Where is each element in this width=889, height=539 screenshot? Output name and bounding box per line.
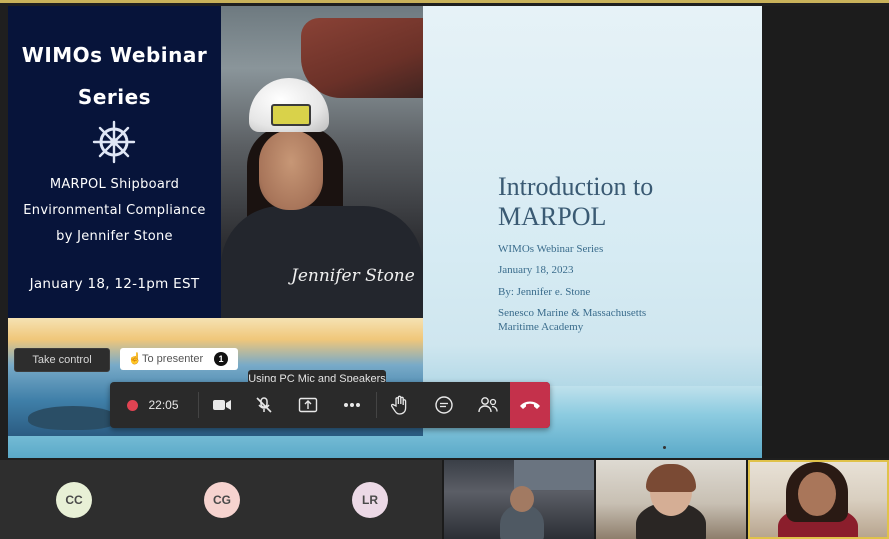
hang-up-button[interactable] xyxy=(510,382,550,428)
participant-video-active-speaker[interactable] xyxy=(748,460,889,539)
slide-affiliation: Senesco Marine & Massachusetts Maritime … xyxy=(498,306,758,334)
raise-hand-icon xyxy=(391,395,407,415)
participant-tile[interactable]: LR xyxy=(296,460,442,539)
video-background-window xyxy=(514,460,594,490)
participant-tile[interactable]: CC xyxy=(0,460,148,539)
presentation-stage: Introduction to MARPOL WIMOs Webinar Ser… xyxy=(8,6,762,458)
share-screen-button[interactable] xyxy=(288,382,328,428)
poster-subtitle-line3: by Jennifer Stone xyxy=(56,229,173,244)
raise-hand-button[interactable] xyxy=(380,382,420,428)
chat-button[interactable] xyxy=(424,382,464,428)
poster-subtitle-line2: Environmental Compliance xyxy=(23,203,206,218)
presenter-face xyxy=(259,130,323,210)
whale-graphic xyxy=(28,406,118,430)
share-screen-icon xyxy=(298,397,318,413)
presenter-count-badge: 1 xyxy=(214,352,228,366)
participant-head xyxy=(798,472,836,516)
participant-hair xyxy=(646,464,696,492)
webinar-poster: WIMOs Webinar Series MARPOL Shipboard En… xyxy=(8,6,221,318)
right-panel xyxy=(762,6,889,458)
poster-date: January 18, 12-1pm EST xyxy=(29,276,200,292)
participant-video[interactable] xyxy=(444,460,594,539)
slide-date: January 18, 2023 xyxy=(498,264,574,276)
slide-affiliation-line1: Senesco Marine & Massachusetts xyxy=(498,307,647,319)
slide-affiliation-line2: Maritime Academy xyxy=(498,321,584,333)
slide-author: By: Jennifer e. Stone xyxy=(498,286,591,298)
to-presenter-button[interactable]: ☝ To presenter 1 xyxy=(120,348,238,370)
slide-title-line1: Introduction to xyxy=(498,172,654,201)
hang-up-icon xyxy=(520,401,540,409)
slide-title: Introduction to MARPOL xyxy=(498,172,748,232)
take-control-button[interactable]: Take control xyxy=(14,348,110,372)
more-icon xyxy=(344,403,360,407)
participant-video[interactable] xyxy=(596,460,746,539)
toolbar-divider xyxy=(198,392,199,418)
slide-dot xyxy=(663,446,666,449)
signature: Jennifer Stone xyxy=(291,266,415,286)
avatar: CC xyxy=(56,482,92,518)
meeting-toolbar: 22:05 xyxy=(110,382,550,428)
meeting-window: Introduction to MARPOL WIMOs Webinar Ser… xyxy=(0,0,889,539)
people-button[interactable] xyxy=(468,382,508,428)
toolbar-divider xyxy=(376,392,377,418)
participant-gallery: CC CG LR xyxy=(0,460,889,539)
people-icon xyxy=(478,397,498,413)
hand-icon: ☝ xyxy=(128,353,142,365)
ship-hull xyxy=(301,18,423,98)
participant-tile[interactable]: CG xyxy=(148,460,296,539)
poster-title-line1: WIMOs Webinar xyxy=(21,43,208,67)
record-dot-icon xyxy=(127,399,139,411)
poster-title-line2: Series xyxy=(77,85,152,109)
top-accent-line xyxy=(0,0,889,3)
shared-content: WIMOs Webinar Series MARPOL Shipboard En… xyxy=(8,6,423,436)
presenter-photo: Jennifer Stone xyxy=(221,6,423,318)
avatar: LR xyxy=(352,482,388,518)
to-presenter-label: To presenter xyxy=(142,353,204,365)
avatar: CG xyxy=(204,482,240,518)
poster-subtitle-line1: MARPOL Shipboard xyxy=(49,177,180,192)
slide-title-line2: MARPOL xyxy=(498,202,607,231)
mic-button[interactable] xyxy=(244,382,284,428)
ship-wheel-icon xyxy=(92,120,136,164)
poster-subtitle: MARPOL Shipboard Environmental Complianc… xyxy=(8,172,221,250)
presenter-jacket xyxy=(221,206,423,318)
participant-head xyxy=(510,486,534,512)
helmet-lamp xyxy=(271,104,311,126)
more-button[interactable] xyxy=(332,382,372,428)
chat-icon xyxy=(435,396,453,414)
poster-title: WIMOs Webinar Series xyxy=(8,34,221,118)
recording-indicator[interactable]: 22:05 xyxy=(110,382,196,428)
camera-button[interactable] xyxy=(202,382,242,428)
recording-time: 22:05 xyxy=(148,398,179,412)
camera-icon xyxy=(213,400,231,410)
mic-off-icon xyxy=(256,397,272,413)
slide-series: WIMOs Webinar Series xyxy=(498,243,604,255)
